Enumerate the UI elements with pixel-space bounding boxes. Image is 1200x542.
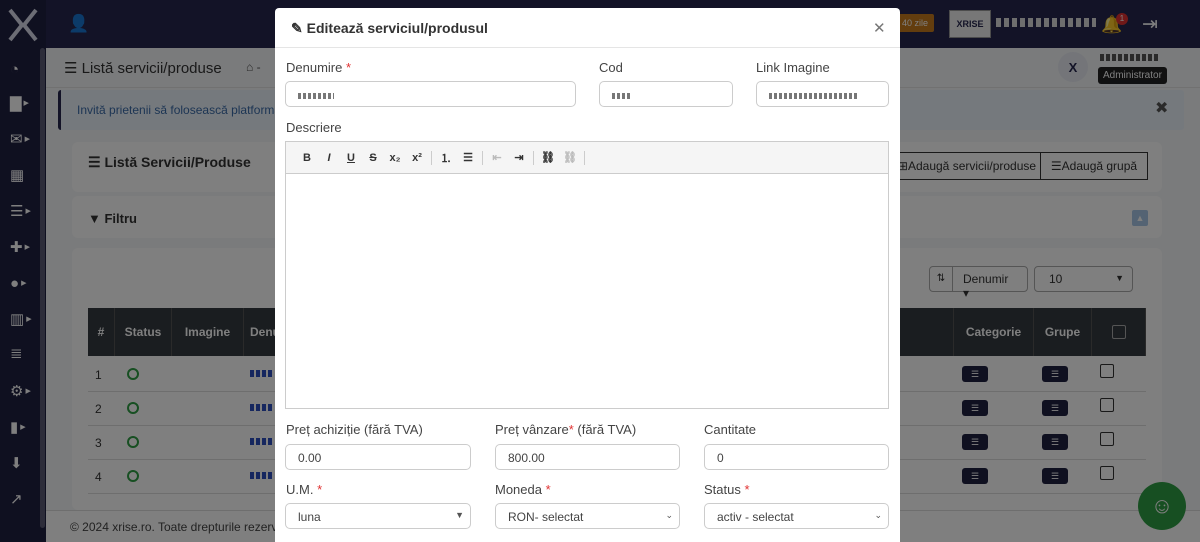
link-icon[interactable]: ⛓ xyxy=(537,151,559,164)
outdent-icon[interactable]: ⇤ xyxy=(486,151,508,164)
strikethrough-button[interactable]: S xyxy=(362,152,384,164)
italic-button[interactable]: I xyxy=(318,152,340,164)
cantitate-input[interactable]: 0 xyxy=(704,444,889,470)
pret-vanzare-input[interactable]: 800.00 xyxy=(495,444,680,470)
pret-achizitie-label: Preț achiziție (fără TVA) xyxy=(286,422,423,437)
bold-button[interactable]: B xyxy=(296,152,318,164)
indent-icon[interactable]: ⇥ xyxy=(508,151,530,164)
ordered-list-icon[interactable]: ⒈ xyxy=(435,150,457,166)
toolbar-divider xyxy=(533,150,534,165)
description-editor[interactable]: B I U S x₂ x² ⒈ ☰ ⇤ ⇥ ⛓ ⛓ xyxy=(285,141,889,409)
superscript-button[interactable]: x² xyxy=(406,152,428,164)
denumire-input[interactable] xyxy=(285,81,576,107)
cod-input[interactable] xyxy=(599,81,733,107)
toolbar-divider xyxy=(431,150,432,165)
subscript-button[interactable]: x₂ xyxy=(384,152,406,164)
link-imagine-input[interactable] xyxy=(756,81,889,107)
link-imagine-label: Link Imagine xyxy=(756,60,830,75)
descriere-label: Descriere xyxy=(286,120,342,135)
cod-label: Cod xyxy=(599,60,623,75)
status-label: Status * xyxy=(704,482,750,497)
underline-button[interactable]: U xyxy=(340,152,362,164)
unordered-list-icon[interactable]: ☰ xyxy=(457,151,479,164)
toolbar-divider xyxy=(584,150,585,165)
status-select[interactable]: activ - selectat ⌄ xyxy=(704,503,889,529)
cantitate-label: Cantitate xyxy=(704,422,757,437)
um-select[interactable]: luna ▼ xyxy=(285,503,471,529)
denumire-label: Denumire * xyxy=(286,60,352,75)
pret-achizitie-input[interactable]: 0.00 xyxy=(285,444,471,470)
editor-toolbar: B I U S x₂ x² ⒈ ☰ ⇤ ⇥ ⛓ ⛓ xyxy=(286,142,888,174)
um-label: U.M. * xyxy=(286,482,323,497)
close-icon[interactable]: ✕ xyxy=(873,19,886,37)
moneda-label: Moneda * xyxy=(495,482,551,497)
edit-service-modal: ✎ Editează serviciul/produsul ✕ Denumire… xyxy=(275,8,900,542)
toolbar-divider xyxy=(482,150,483,165)
moneda-select[interactable]: RON- selectat ⌄ xyxy=(495,503,680,529)
unlink-icon[interactable]: ⛓ xyxy=(559,151,581,164)
pret-vanzare-label: Preț vânzare* (fără TVA) xyxy=(495,422,637,437)
modal-header: ✎ Editează serviciul/produsul ✕ xyxy=(275,8,900,48)
modal-title: ✎ Editează serviciul/produsul xyxy=(291,20,488,36)
